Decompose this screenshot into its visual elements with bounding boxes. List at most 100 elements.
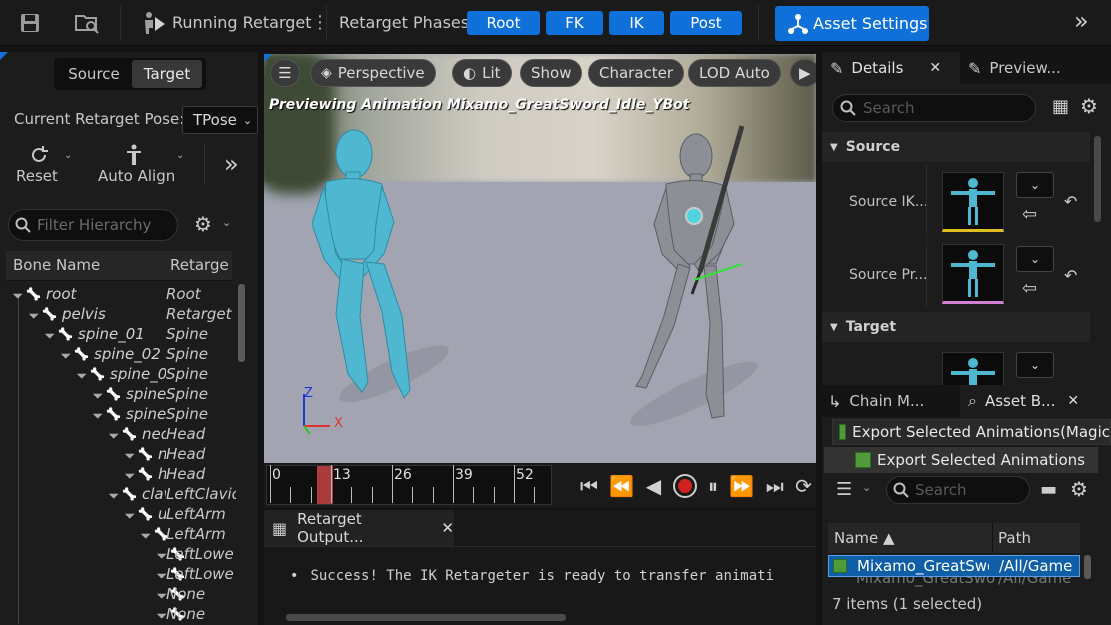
lit-button[interactable]: ◐ Lit [452,59,512,87]
chevron-down-icon[interactable]: ⌄ [862,481,871,494]
asset-row-selected[interactable]: Mixamo_GreatSwo /All/Game [828,555,1080,577]
expand-arrow-icon[interactable]: ◢ [123,508,135,520]
filter-icon[interactable]: ☰ [836,479,852,500]
asset-settings-button[interactable]: Asset Settings [775,6,929,41]
source-preview-dropdown[interactable]: ⌄ [1016,246,1054,272]
reset-to-default-icon[interactable]: ↶ [1064,192,1077,211]
bone-row[interactable]: ◢ 🦴 LeftLowe [0,544,236,564]
source-ik-thumbnail[interactable] [942,172,1004,232]
bone-row[interactable]: ◢🦴 neck_02Head [0,444,236,464]
details-scrollbar[interactable] [1094,136,1101,222]
asset-search-input[interactable]: Search [886,476,1030,504]
skip-to-end-icon[interactable]: ⏭ [766,474,784,498]
asset-scrollbar[interactable] [1084,555,1091,579]
close-icon[interactable]: ✕ [441,519,454,537]
show-button[interactable]: Show [520,59,583,87]
expand-arrow-icon[interactable]: ◢ [11,288,23,300]
bone-row[interactable]: ◢🦴 headHead [0,464,236,484]
bone-row[interactable]: ◢ 🦴 root Root [0,284,236,304]
close-icon[interactable]: ✕ [929,60,941,76]
tree-scrollbar[interactable] [238,284,245,362]
use-selected-icon[interactable]: ⇦ [1022,278,1037,299]
export-button[interactable]: Export Selected Animations [824,447,1098,473]
browse-asset-icon[interactable] [72,10,102,36]
source-ik-dropdown[interactable]: ⌄ [1016,172,1054,198]
pause-icon[interactable]: ⏸ [708,474,718,498]
section-source-header[interactable]: ▼ Source [822,132,1090,162]
bone-row[interactable]: ◢ 🦴 None [0,584,236,604]
tab-source[interactable]: Source [58,60,130,88]
viewport-menu-button[interactable]: ☰ [270,59,300,87]
running-retarget-label[interactable]: Running Retarget [172,13,312,32]
step-back-icon[interactable]: ⏪ [609,474,634,498]
section-target-header[interactable]: ▼ Target [822,312,1090,342]
expand-arrow-icon[interactable]: ◢ [107,488,119,500]
reset-to-default-icon[interactable]: ↶ [1064,266,1077,285]
filter-hierarchy-input[interactable]: Filter Hierarchy [8,209,178,241]
perspective-button[interactable]: ◈ Perspective [310,59,436,87]
play-reverse-icon[interactable]: ◀ [646,474,661,498]
expand-arrow-icon[interactable]: ◢ [27,308,39,320]
bone-row[interactable]: ◢🦴 spine_04Spine [0,384,236,404]
phase-root-button[interactable]: Root [467,11,540,35]
expand-arrow-icon[interactable]: ◢ [123,468,135,480]
bone-row[interactable]: ◢🦴 clavicle_lLeftClavic [0,484,236,504]
reset-button[interactable]: ⌄ Reset [12,144,82,186]
bone-row[interactable]: ◢ 🦴 LeftLowe [0,564,236,584]
play-viewport-button[interactable]: ▶ [790,59,816,87]
expand-arrow-icon[interactable]: ◢ [91,408,103,420]
expand-arrow-icon[interactable]: ◢ [139,528,151,540]
expand-arrow-icon[interactable]: ◢ [91,388,103,400]
export-magic-button[interactable]: Export Selected Animations(Magic [832,419,1111,445]
expand-arrow-icon[interactable]: ◢ [43,328,55,340]
output-tab[interactable]: ▦ Retarget Output... ✕ [264,510,454,546]
col-bone-name[interactable]: Bone Name [13,256,100,274]
tab-asset-browser[interactable]: ⌕ Asset B... ✕ [962,385,1111,417]
left-overflow-icon[interactable]: » [224,150,239,178]
col-retarget[interactable]: Retarge [170,256,229,274]
bone-row[interactable]: ◢🦴 spine_05Spine [0,404,236,424]
toolbar-overflow-icon[interactable]: » [1074,7,1089,35]
details-search-input[interactable]: Search [832,94,1036,122]
lod-button[interactable]: LOD Auto [688,59,781,87]
chevron-down-icon[interactable]: ⌄ [222,216,231,229]
auto-align-button[interactable]: ⌄ Auto Align [96,144,192,186]
gear-icon[interactable]: ⚙ [1070,477,1088,501]
bone-row[interactable]: ◢🦴 upperarm_lLeftArm [0,504,236,524]
source-preview-thumbnail[interactable] [942,244,1004,304]
bone-row[interactable]: ◢ 🦴 pelvis Retarget [0,304,236,324]
tab-details[interactable]: ✎ Details ✕ [822,52,956,84]
close-icon[interactable]: ✕ [1067,393,1079,409]
preview-viewport[interactable]: Z X ☰ ◈ Perspective ◐ Lit Show Character… [264,54,816,463]
phase-post-button[interactable]: Post [670,11,742,35]
bone-row[interactable]: ◢ 🦴 spine_01 Spine [0,324,236,344]
tab-preview[interactable]: ✎ Preview... [960,52,1111,84]
phase-ik-button[interactable]: IK [609,11,664,35]
pose-select[interactable]: TPose ⌄ [182,106,258,134]
expand-arrow-icon[interactable]: ◢ [75,368,87,380]
col-name[interactable]: Name ▲ [834,529,895,547]
expand-arrow-icon[interactable]: ◢ [59,348,71,360]
table-view-icon[interactable]: ▦ [1052,96,1069,117]
expand-arrow-icon[interactable]: ◢ [107,428,119,440]
bone-row[interactable]: ◢ 🦴 spine_02 Spine [0,344,236,364]
loop-icon[interactable]: ⟳ [795,474,812,498]
target-ik-dropdown[interactable]: ⌄ [1016,352,1054,378]
record-icon[interactable] [672,474,697,498]
gear-icon[interactable]: ⚙ [1080,94,1098,118]
character-button[interactable]: Character [588,59,685,87]
gear-icon[interactable]: ⚙ [194,212,212,236]
bone-row[interactable]: ◢🦴lowerarm_lLeftArm [0,524,236,544]
use-selected-icon[interactable]: ⇦ [1022,204,1037,225]
folder-icon[interactable]: ▬ [1040,479,1057,500]
expand-arrow-icon[interactable]: ◢ [123,448,135,460]
skip-to-start-icon[interactable]: ⏮ [580,474,598,498]
step-forward-icon[interactable]: ⏩ [729,474,754,498]
tab-target[interactable]: Target [132,60,202,88]
col-path[interactable]: Path [998,529,1031,547]
output-scrollbar[interactable] [286,614,566,621]
bone-row[interactable]: ◢ 🦴 None [0,604,236,624]
save-icon[interactable] [16,10,44,36]
phase-fk-button[interactable]: FK [546,11,603,35]
target-ik-thumbnail[interactable] [942,352,1004,387]
